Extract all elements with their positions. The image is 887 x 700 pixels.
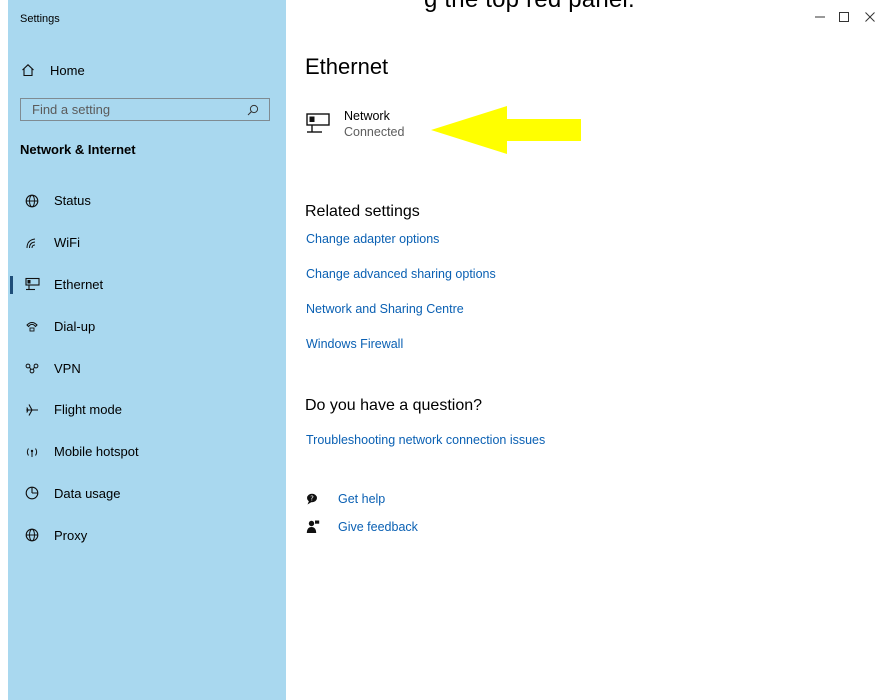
network-status-item[interactable]: Network Connected <box>305 108 404 140</box>
sidebar-item-label: Data usage <box>54 485 121 501</box>
give-feedback-label: Give feedback <box>338 520 418 534</box>
link-windows-firewall[interactable]: Windows Firewall <box>306 337 403 351</box>
question-heading: Do you have a question? <box>305 397 483 414</box>
get-help-label: Get help <box>338 492 386 506</box>
network-name: Network <box>344 109 390 123</box>
link-network-sharing-centre[interactable]: Network and Sharing Centre <box>306 302 464 316</box>
sidebar-item-home[interactable]: Home <box>20 56 270 84</box>
sidebar-item-proxy[interactable]: Proxy <box>8 514 286 556</box>
home-label: Home <box>50 62 85 78</box>
home-icon <box>20 62 36 78</box>
sidebar-item-flight-mode[interactable]: Flight mode <box>8 389 286 431</box>
ethernet-icon <box>24 276 40 292</box>
sidebar: Settings Home Network & Internet Status … <box>8 0 286 700</box>
help-chat-icon: ? <box>306 492 320 506</box>
sidebar-item-label: Proxy <box>54 527 88 543</box>
network-state: Connected <box>344 125 405 139</box>
annotation-arrow <box>431 106 581 154</box>
sidebar-item-ethernet[interactable]: Ethernet <box>8 264 286 306</box>
maximize-icon <box>839 9 849 27</box>
link-change-adapter-options[interactable]: Change adapter options <box>306 232 439 246</box>
related-settings-heading: Related settings <box>305 203 420 220</box>
get-help-link[interactable]: ? Get help <box>306 492 385 506</box>
minimize-icon <box>815 9 825 27</box>
sidebar-item-status[interactable]: Status <box>8 180 286 222</box>
feedback-person-icon <box>306 520 320 534</box>
page-title: Ethernet <box>305 54 389 79</box>
hotspot-icon <box>24 444 40 460</box>
sidebar-item-mobile-hotspot[interactable]: Mobile hotspot <box>8 431 286 473</box>
link-troubleshooting[interactable]: Troubleshooting network connection issue… <box>306 433 545 447</box>
network-text: Network Connected <box>344 108 404 140</box>
airplane-icon <box>24 402 40 418</box>
search-box[interactable] <box>20 98 270 121</box>
svg-text:?: ? <box>310 495 314 503</box>
close-button[interactable] <box>860 10 880 26</box>
link-change-advanced-sharing[interactable]: Change advanced sharing options <box>306 267 496 281</box>
vpn-icon <box>24 360 40 376</box>
sidebar-item-label: Dial-up <box>54 318 96 334</box>
close-icon <box>865 9 875 27</box>
sidebar-item-wifi[interactable]: WiFi <box>8 222 286 264</box>
app-title: Settings <box>20 13 60 25</box>
sidebar-item-data-usage[interactable]: Data usage <box>8 473 286 515</box>
search-input[interactable] <box>21 99 245 120</box>
wifi-icon <box>24 235 40 251</box>
sidebar-item-vpn[interactable]: VPN <box>8 347 286 389</box>
maximize-button[interactable] <box>834 10 854 26</box>
section-heading: Network & Internet <box>20 142 136 157</box>
sidebar-item-label: VPN <box>54 360 81 376</box>
nav-list: Status WiFi Ethernet Dial-up VPN Flight … <box>8 180 286 556</box>
search-icon[interactable] <box>245 102 261 118</box>
globe-icon <box>24 193 40 209</box>
dialup-icon <box>24 318 40 334</box>
sidebar-item-label: Mobile hotspot <box>54 444 139 460</box>
sidebar-item-label: WiFi <box>54 235 80 251</box>
sidebar-item-label: Flight mode <box>54 402 122 418</box>
sidebar-item-label: Status <box>54 193 91 209</box>
sidebar-item-dialup[interactable]: Dial-up <box>8 305 286 347</box>
give-feedback-link[interactable]: Give feedback <box>306 520 418 534</box>
minimize-button[interactable] <box>810 10 830 26</box>
sidebar-item-label: Ethernet <box>54 276 104 292</box>
caption-fragment: g the top red panel. <box>424 0 635 14</box>
data-usage-icon <box>24 485 40 501</box>
globe-icon <box>24 527 40 543</box>
ethernet-icon <box>305 110 335 140</box>
